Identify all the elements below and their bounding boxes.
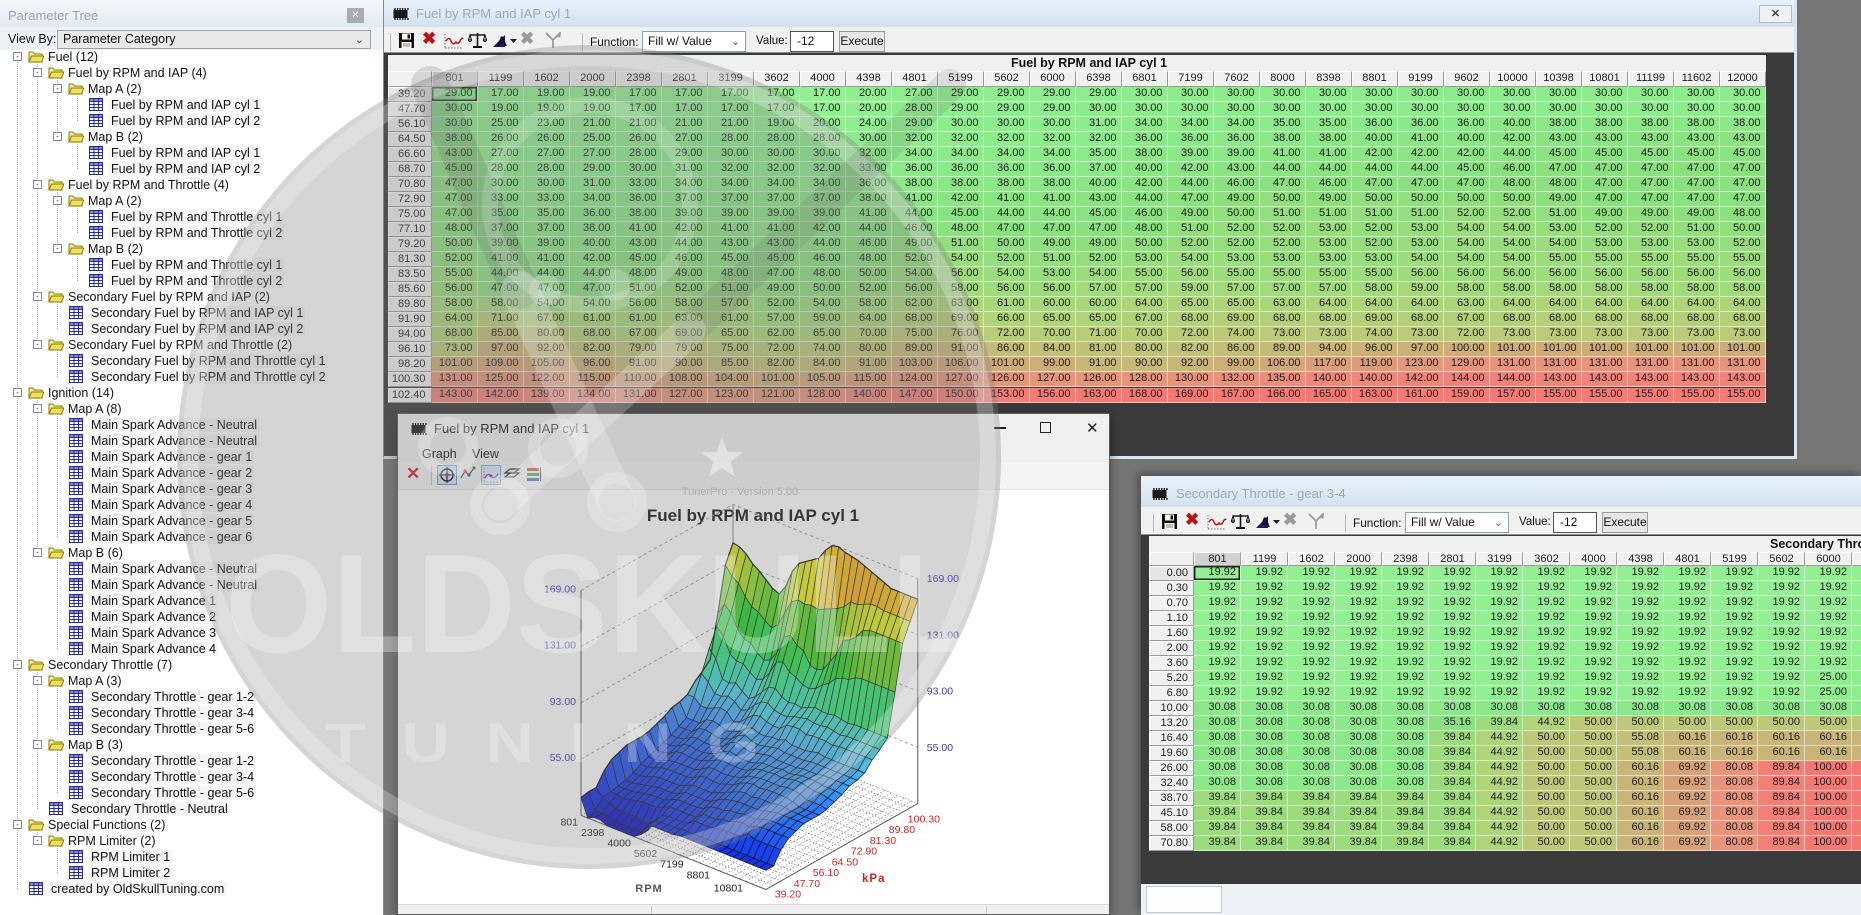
- svg-text:A: A: [497, 33, 507, 49]
- svg-text:93.00: 93.00: [927, 686, 953, 698]
- svg-text:7199: 7199: [660, 859, 684, 871]
- svg-text:55.00: 55.00: [550, 752, 576, 764]
- svg-text:kPa: kPa: [862, 873, 885, 885]
- svg-text:64.50: 64.50: [832, 856, 858, 868]
- svg-text:89.80: 89.80: [889, 824, 915, 836]
- svg-text:5602: 5602: [634, 848, 658, 860]
- svg-text:169.00: 169.00: [927, 573, 959, 585]
- svg-text:Fuel by RPM and IAP cyl 1: Fuel by RPM and IAP cyl 1: [647, 506, 859, 525]
- svg-text:169.00: 169.00: [544, 583, 576, 595]
- svg-text:131.00: 131.00: [544, 640, 576, 652]
- svg-text:39.20: 39.20: [775, 889, 801, 901]
- svg-text:TunerPro - Version 5.00: TunerPro - Version 5.00: [682, 486, 798, 498]
- svg-text:4000: 4000: [607, 838, 631, 850]
- svg-text:81.30: 81.30: [870, 835, 896, 847]
- svg-text:56.10: 56.10: [813, 867, 839, 879]
- svg-text:10801: 10801: [714, 883, 743, 895]
- svg-text:RPM: RPM: [635, 883, 662, 895]
- svg-text:2398: 2398: [581, 827, 605, 839]
- svg-text:47.70: 47.70: [794, 878, 820, 890]
- svg-text:100.30: 100.30: [908, 813, 940, 825]
- svg-text:801: 801: [560, 816, 578, 828]
- svg-text:55.00: 55.00: [927, 742, 953, 754]
- svg-text:131.00: 131.00: [927, 629, 959, 641]
- svg-text:93.00: 93.00: [550, 696, 576, 708]
- svg-text:A: A: [1260, 514, 1270, 530]
- svg-text:8801: 8801: [687, 869, 711, 881]
- svg-text:72.90: 72.90: [851, 846, 877, 858]
